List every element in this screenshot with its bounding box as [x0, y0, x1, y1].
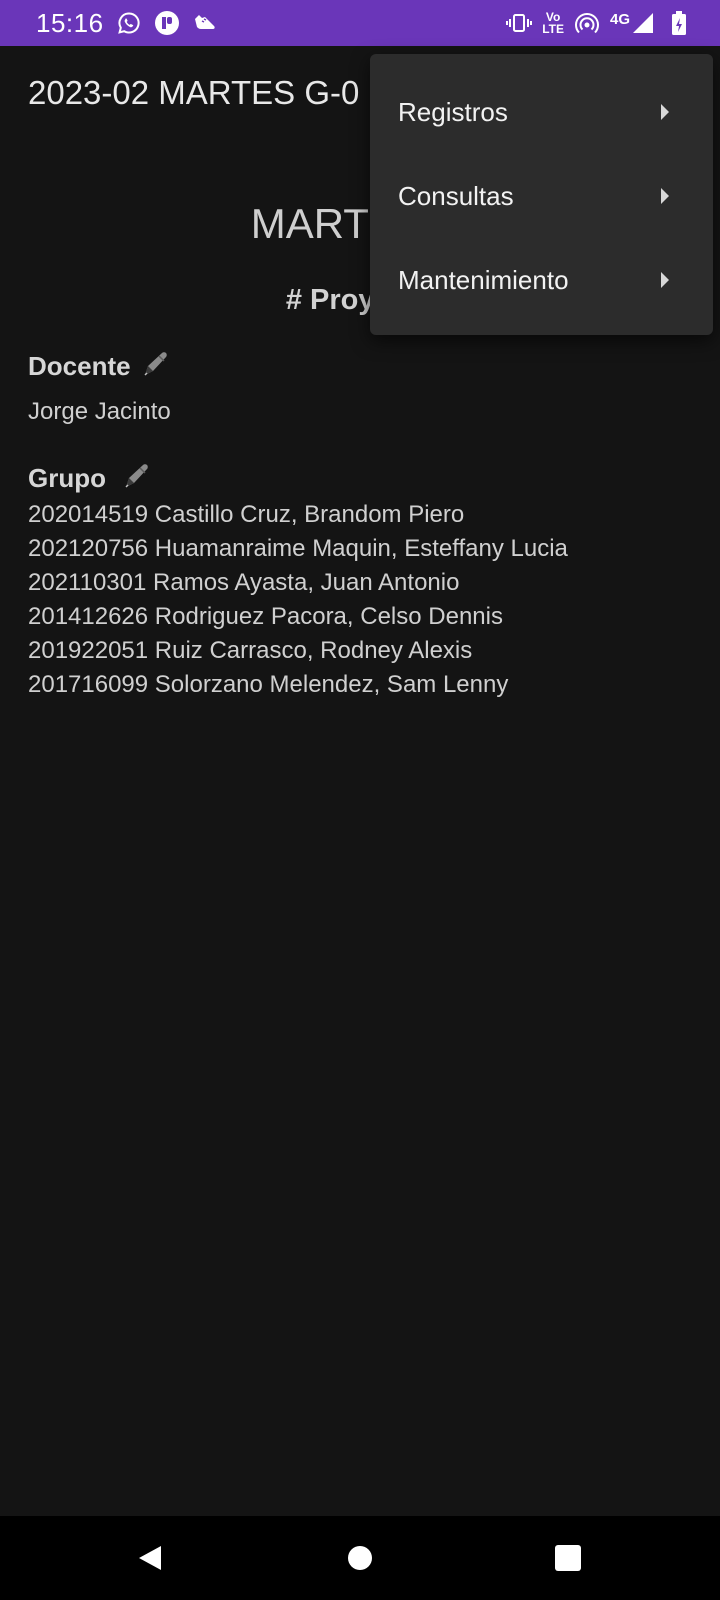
- recents-button[interactable]: [518, 1516, 618, 1600]
- recents-icon: [555, 1545, 581, 1571]
- pen-icon[interactable]: [139, 350, 171, 382]
- submenu-arrow-icon: [661, 104, 669, 120]
- home-button[interactable]: [310, 1516, 410, 1600]
- vibrate-icon: [506, 10, 533, 36]
- group-label: Grupo: [28, 462, 106, 493]
- shoe-icon: [192, 10, 218, 36]
- list-item: 202120756 Huamanraime Maquin, Esteffany …: [28, 535, 568, 562]
- submenu-arrow-icon: [661, 188, 669, 204]
- status-bar: 15:16 Vo LTE 4G: [0, 0, 720, 46]
- teacher-label: Docente: [28, 350, 131, 381]
- teacher-section: Docente Jorge Jacinto: [28, 350, 171, 426]
- app-title: 2023-02 MARTES G-0: [28, 74, 360, 111]
- pen-icon[interactable]: [120, 462, 152, 494]
- list-item: 202014519 Castillo Cruz, Brandom Piero: [28, 501, 465, 528]
- group-section: Grupo 202014519 Castillo Cruz, Brandom P…: [28, 462, 568, 702]
- list-item: 201412626 Rodriguez Pacora, Celso Dennis: [28, 603, 503, 630]
- volte-bottom-label: LTE: [542, 22, 564, 36]
- app-notification-icon: [154, 10, 180, 36]
- menu-item-label: Consultas: [398, 180, 514, 211]
- back-icon: [139, 1546, 161, 1570]
- status-time: 15:16: [36, 8, 104, 38]
- overflow-menu: Registros Consultas Mantenimiento: [370, 54, 713, 335]
- volte-icon: Vo LTE: [542, 11, 564, 35]
- list-item: 202110301 Ramos Ayasta, Juan Antonio: [28, 569, 460, 596]
- home-icon: [348, 1546, 372, 1570]
- back-button[interactable]: [100, 1516, 200, 1600]
- menu-item-consultas[interactable]: Consultas: [370, 154, 713, 238]
- network-type: 4G: [609, 10, 630, 28]
- list-item: 201716099 Solorzano Melendez, Sam Lenny: [28, 671, 509, 698]
- system-icons: Vo LTE 4G: [506, 8, 692, 38]
- signal-icon: [630, 10, 656, 36]
- menu-item-label: Registros: [398, 96, 508, 127]
- group-label-row: Grupo: [28, 462, 568, 494]
- hotspot-icon: [574, 10, 600, 36]
- menu-item-registros[interactable]: Registros: [370, 70, 713, 154]
- submenu-arrow-icon: [661, 272, 669, 288]
- teacher-label-row: Docente: [28, 350, 171, 382]
- navigation-bar: [0, 1516, 720, 1600]
- notification-icons: [116, 10, 218, 36]
- battery-icon: [666, 10, 692, 36]
- group-members-list: 202014519 Castillo Cruz, Brandom Piero 2…: [28, 498, 568, 702]
- menu-item-mantenimiento[interactable]: Mantenimiento: [370, 238, 713, 322]
- menu-item-label: Mantenimiento: [398, 264, 569, 295]
- teacher-name: Jorge Jacinto: [28, 398, 171, 425]
- list-item: 201922051 Ruiz Carrasco, Rodney Alexis: [28, 637, 473, 664]
- whatsapp-icon: [116, 10, 142, 36]
